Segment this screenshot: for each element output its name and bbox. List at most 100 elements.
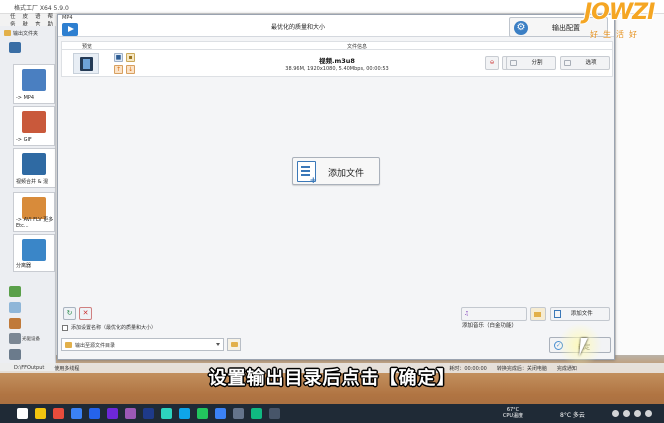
gif-icon [22,111,46,133]
add-file-center-button[interactable]: 添加文件 [292,157,380,186]
left-more-label: 光驱设备 [22,337,40,342]
taskbar-app-icon[interactable] [89,408,100,419]
app-menu: 任务 皮肤 语言 帮助 [0,14,56,28]
output-dir-value: 输出至源文件目录 [75,343,116,349]
taskbar-app-icon[interactable] [71,408,82,419]
tile-splitter[interactable]: 分离器 [13,234,55,272]
options-icon [564,60,571,66]
play-logo-icon [62,23,78,36]
mp4-icon [22,69,46,91]
taskbar-icons [0,408,280,419]
file-table-header: 预览 文件信息 [61,41,613,50]
taskbar-app-icon[interactable] [17,408,28,419]
output-settings-dialog: MP4 最优化的质量和大小 ⚙ 输出配置 预览 文件信息 ■ ▪ ↑ ↓ 视频.… [57,14,615,360]
watermark: JOWZI 好生活好 [584,0,664,44]
watermark-sub: 好生活好 [590,30,642,39]
music-icon: ♫ [464,311,469,317]
dialog-title: 最优化的质量和大小 [270,24,325,31]
tray-icon[interactable] [612,410,619,417]
add-setting-name-label: 添加设置名称（最优化的质量和大小） [71,325,157,331]
video-category-icon[interactable] [9,42,21,53]
video-merge-icon [22,153,46,175]
file-info: 38.96M, 1920x1080, 5.40Mbps, 00:00:53 [285,66,389,72]
film-icon [80,57,93,71]
tile-video-merge[interactable]: 视频合并 & 混 [13,148,56,188]
tools-category-icon[interactable] [9,349,21,360]
dialog-small-title: MP4 [62,15,73,21]
file-row[interactable]: ■ ▪ ↑ ↓ 视频.m3u8 38.96M, 1920x1080, 5.40M… [61,50,613,77]
taskbar-app-icon[interactable] [53,408,64,419]
dialog-title-bar: MP4 最优化的质量和大小 ⚙ 输出配置 [58,15,614,37]
gear-icon: ⚙ [514,21,528,35]
file-name: 视频.m3u8 [319,57,355,65]
tray-icon[interactable] [634,410,641,417]
add-file-small-icon [554,310,561,318]
video-thumbnail[interactable] [73,53,99,74]
open-folder-button[interactable]: ▪ [126,53,135,62]
tile-gif-label: -> GIF [16,137,32,143]
watermark-logo: JOWZI [584,0,655,25]
taskbar-app-icon[interactable] [233,408,244,419]
tray-icon[interactable] [623,410,630,417]
column-file-info: 文件信息 [347,44,368,50]
share-icon[interactable]: ↻ [63,307,76,320]
taskbar-app-icon[interactable] [161,408,172,419]
tile-splitter-label: 分离器 [16,263,32,269]
add-file-button[interactable]: 添加文件 [550,307,610,321]
folder-icon [65,342,72,348]
cpu-label: CPU温度 [502,413,524,419]
left-panel: 输出文件夹 -> MP4 -> GIF 视频合并 & 混 -> AVI FLV … [0,26,56,371]
splitter-icon [22,239,46,261]
audio-category-icon[interactable] [9,286,21,297]
move-down-button[interactable]: ↓ [126,65,135,74]
system-tray [612,410,652,417]
taskbar: 67°C CPU温度 8°C 多云 [0,404,664,423]
cpu-temp-widget[interactable]: 67°C CPU温度 [488,407,538,419]
avi-flv-icon [22,197,46,219]
taskbar-app-icon[interactable] [269,408,280,419]
taskbar-app-icon[interactable] [179,408,190,419]
taskbar-app-icon[interactable] [125,408,136,419]
notification-icon[interactable] [645,410,652,417]
app-title: 格式工厂 X64 5.9.0 [14,5,69,12]
tile-gif[interactable]: -> GIF [13,106,55,146]
output-config-label: 输出配置 [552,24,580,32]
folder-icon [4,30,11,36]
taskbar-app-icon[interactable] [143,408,154,419]
add-setting-name-checkbox[interactable] [62,325,68,331]
delete-icon[interactable]: ✕ [79,307,92,320]
app-title-bar: 格式工厂 X64 5.9.0 [0,0,664,14]
tile-avi-flv-label: -> AVI FLV 更多 Etc... [16,217,54,229]
weather-widget[interactable]: 8°C 多云 [560,410,585,419]
split-label: 分割 [531,60,543,66]
browse-folder-button[interactable] [227,338,241,351]
split-icon [510,60,517,66]
add-music-button[interactable]: ♫ 添加音乐（白金功能） [461,307,527,329]
split-button[interactable]: 分割 [506,56,556,70]
move-up-button[interactable]: ↑ [114,65,123,74]
taskbar-app-icon[interactable] [197,408,208,419]
taskbar-app-icon[interactable] [107,408,118,419]
tile-mp4-label: -> MP4 [16,95,35,101]
disc-category-icon[interactable] [9,333,21,344]
app-right-panel [615,14,664,355]
column-preview: 预览 [82,44,93,50]
add-folder-button[interactable] [530,307,546,321]
image-category-icon[interactable] [9,302,21,313]
output-dir-select[interactable]: 输出至源文件目录 [61,338,224,351]
add-file-icon [297,161,317,186]
options-button[interactable]: 选项 [560,56,610,70]
document-category-icon[interactable] [9,318,21,329]
taskbar-app-icon[interactable] [35,408,46,419]
tile-mp4[interactable]: -> MP4 [13,64,55,104]
tile-avi-flv[interactable]: -> AVI FLV 更多 Etc... [13,192,55,232]
taskbar-app-icon[interactable] [215,408,226,419]
play-preview-button[interactable]: ■ [114,53,123,62]
add-folder-icon [534,312,541,317]
output-folder-label: 输出文件夹 [13,30,39,37]
remove-icon[interactable]: ⊖ [485,56,499,70]
add-file-center-label: 添加文件 [328,169,365,179]
output-folder-button[interactable]: 输出文件夹 [4,28,54,38]
taskbar-app-icon[interactable] [251,408,262,419]
add-music-label: 添加音乐（白金功能） [462,323,518,329]
